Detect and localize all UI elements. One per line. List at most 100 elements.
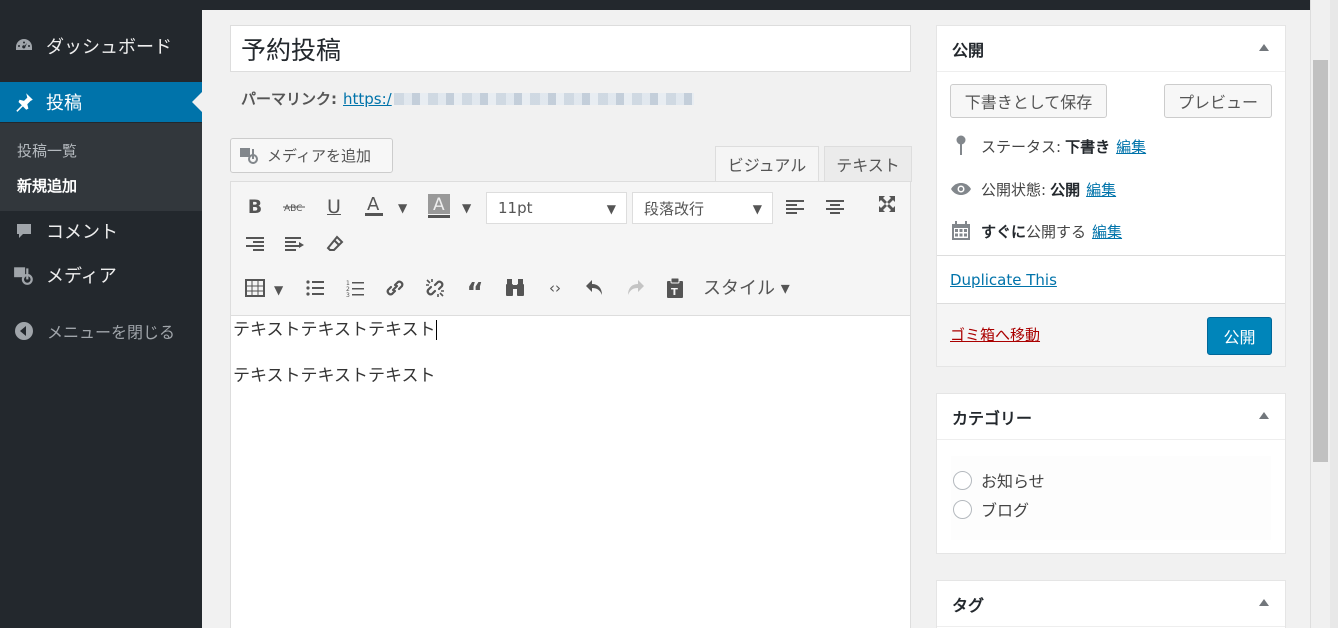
chevron-down-icon: ▼ (752, 202, 762, 216)
publish-button[interactable]: 公開 (1207, 317, 1272, 355)
font-size-select[interactable]: 11pt ▼ (486, 192, 627, 224)
media-icon (12, 263, 36, 287)
save-draft-button[interactable]: 下書きとして保存 (950, 84, 1107, 118)
tab-visual[interactable]: ビジュアル (715, 146, 819, 182)
link-icon (386, 280, 404, 296)
bullet-list-button[interactable] (300, 273, 330, 303)
fullscreen-icon (879, 196, 895, 212)
tab-text[interactable]: テキスト (824, 146, 912, 182)
editor-toolbar: B ABC U A ▼ A ▼ 11pt ▼ 段落改行 ▼ ▼ 1 2 3 “ … (231, 182, 910, 316)
redo-icon (628, 280, 644, 295)
code-button[interactable]: ‹› (540, 273, 570, 303)
collapse-menu-button[interactable]: メニューを閉じる (0, 314, 202, 348)
binoculars-icon (506, 279, 524, 296)
remove-link-button[interactable] (420, 273, 450, 303)
editor-content-area[interactable]: テキストテキストテキスト テキストテキストテキスト (233, 316, 909, 388)
align-right-button[interactable] (240, 229, 270, 259)
pin-icon (12, 90, 36, 114)
edit-status-link[interactable]: 編集 (1116, 136, 1146, 157)
permalink-link[interactable]: https:/ (343, 90, 392, 108)
edit-schedule-link[interactable]: 編集 (1092, 221, 1122, 242)
preview-label: プレビュー (1177, 93, 1258, 112)
duplicate-this-link[interactable]: Duplicate This (950, 271, 1057, 289)
insert-more-button[interactable] (280, 229, 310, 259)
page-scrollbar-thumb[interactable] (1313, 60, 1328, 462)
category-item[interactable]: お知らせ (953, 468, 1045, 492)
category-list: お知らせ ブログ (951, 456, 1271, 540)
align-left-icon (786, 200, 804, 214)
publish-box: 公開 下書きとして保存 プレビュー ステータス: 下書き 編集 公開状態: 公開… (936, 25, 1286, 367)
text-color-icon: A (365, 194, 383, 216)
publish-box-header[interactable]: 公開 (937, 26, 1285, 72)
category-box-header[interactable]: カテゴリー (937, 394, 1285, 440)
visibility-label: 公開状態: (981, 180, 1047, 199)
chevron-down-icon[interactable]: ▼ (274, 283, 283, 297)
fullscreen-button[interactable] (872, 189, 902, 219)
background-color-icon: A (428, 194, 450, 218)
align-left-button[interactable] (780, 192, 810, 222)
numbered-list-icon: 123 (346, 280, 364, 297)
style-dropdown[interactable]: スタイル ▾ (703, 274, 790, 300)
paste-text-button[interactable]: T (660, 273, 690, 303)
paragraph-format-select[interactable]: 段落改行 ▼ (632, 192, 773, 224)
chevron-down-icon: ▼ (606, 202, 616, 216)
align-center-icon (826, 200, 844, 214)
tag-box-header[interactable]: タグ (937, 581, 1285, 627)
submenu-item-add-new[interactable]: 新規追加 (17, 175, 77, 196)
bullet-list-icon (306, 280, 324, 296)
submenu-item-all-posts[interactable]: 投稿一覧 (17, 140, 77, 161)
post-title-input[interactable]: 予約投稿 (230, 25, 911, 72)
align-center-button[interactable] (820, 192, 850, 222)
schedule-text: 公開する (1026, 222, 1087, 241)
insert-link-button[interactable] (380, 273, 410, 303)
category-box: カテゴリー お知らせ ブログ (936, 393, 1286, 554)
menu-item-media[interactable]: メディア (0, 255, 202, 295)
preview-button[interactable]: プレビュー (1164, 84, 1272, 118)
comment-icon (12, 219, 36, 243)
save-draft-label: 下書きとして保存 (964, 93, 1093, 112)
table-button[interactable] (240, 273, 270, 303)
menu-item-comments[interactable]: コメント (0, 211, 202, 251)
collapse-arrow-icon (13, 320, 35, 342)
eye-icon (950, 178, 972, 200)
edit-visibility-link[interactable]: 編集 (1086, 179, 1116, 200)
tab-text-label: テキスト (836, 156, 900, 175)
admin-sidebar: ダッシュボード 投稿 投稿一覧 新規追加 コメント メディア メニューを閉じる (0, 0, 202, 628)
bold-button[interactable]: B (240, 192, 270, 222)
underline-button[interactable]: U (319, 192, 349, 222)
visibility-row: 公開状態: 公開 編集 (950, 178, 1116, 200)
numbered-list-button[interactable]: 123 (340, 273, 370, 303)
category-box-title: カテゴリー (952, 408, 1033, 428)
undo-button[interactable] (580, 273, 610, 303)
menu-item-dashboard[interactable]: ダッシュボード (0, 26, 202, 66)
collapse-menu-label: メニューを閉じる (47, 323, 176, 342)
more-tag-icon (285, 237, 304, 251)
permalink-blurred-slug (393, 92, 694, 105)
post-editor: B ABC U A ▼ A ▼ 11pt ▼ 段落改行 ▼ ▼ 1 2 3 “ … (230, 181, 911, 628)
category-item[interactable]: ブログ (953, 497, 1029, 521)
text-color-button[interactable]: A (359, 191, 389, 221)
code-icon: ‹› (549, 279, 561, 297)
add-media-button[interactable]: メディアを追加 (230, 138, 393, 173)
move-to-trash-link[interactable]: ゴミ箱へ移動 (950, 324, 1040, 345)
redo-button[interactable] (620, 273, 650, 303)
window-edge (1330, 0, 1338, 628)
menu-item-posts[interactable]: 投稿 (0, 82, 202, 122)
blockquote-button[interactable]: “ (460, 273, 490, 308)
clear-formatting-button[interactable] (320, 229, 350, 259)
find-replace-button[interactable] (500, 273, 530, 303)
collapse-toggle-icon[interactable] (1259, 44, 1269, 51)
radio-button[interactable] (953, 470, 972, 490)
background-color-button[interactable]: A (424, 191, 454, 221)
publish-label: 公開 (1223, 328, 1256, 347)
svg-text:ABC: ABC (284, 204, 302, 214)
posts-submenu: 投稿一覧 新規追加 (0, 123, 202, 211)
radio-button[interactable] (953, 499, 972, 519)
svg-text:A: A (367, 194, 380, 215)
chevron-down-icon[interactable]: ▼ (462, 201, 471, 215)
chevron-down-icon[interactable]: ▼ (398, 201, 407, 215)
strikethrough-button[interactable]: ABC (279, 192, 309, 222)
collapse-toggle-icon[interactable] (1259, 599, 1269, 606)
collapse-toggle-icon[interactable] (1259, 412, 1269, 419)
bold-icon: B (247, 196, 263, 218)
